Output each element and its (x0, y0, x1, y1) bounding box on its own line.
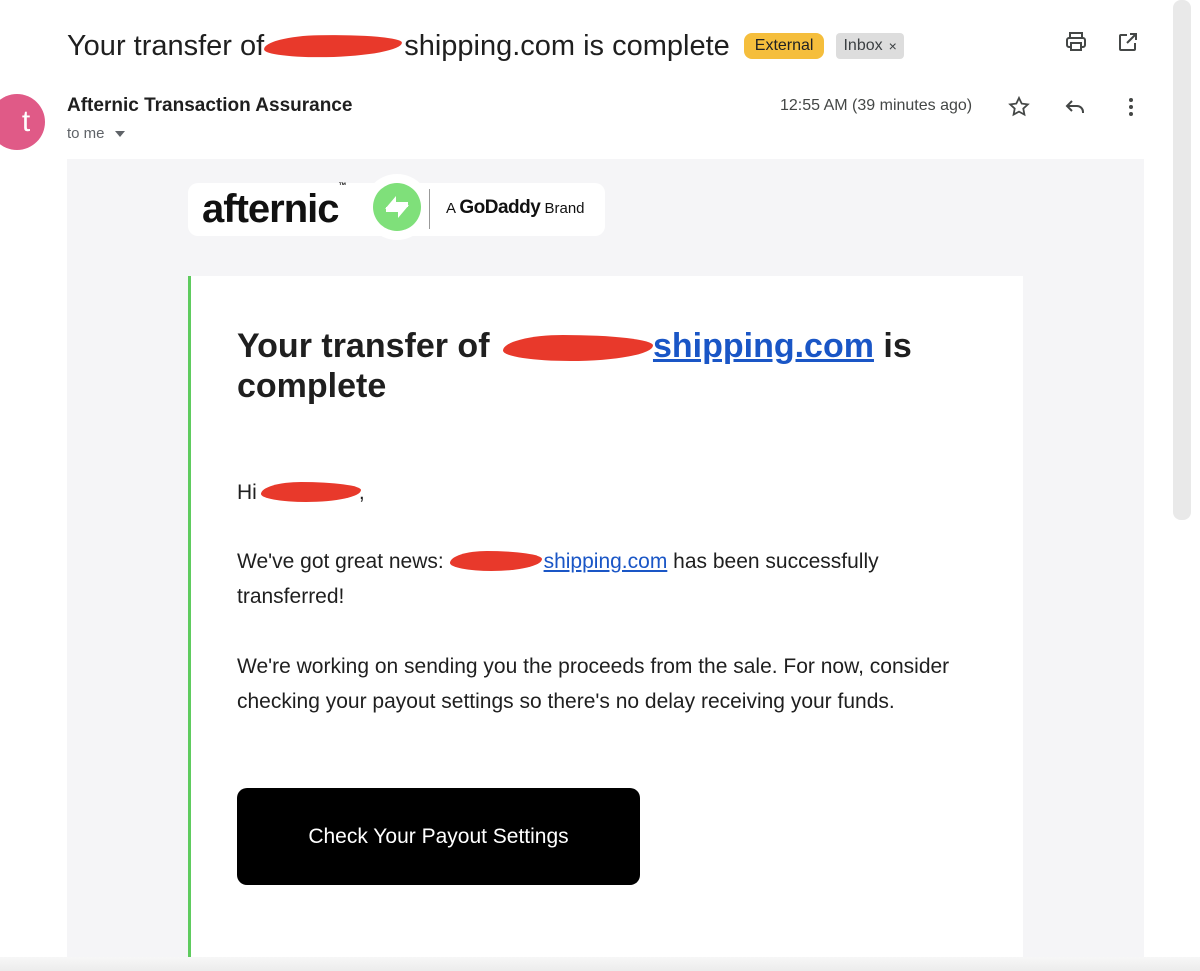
timestamp: 12:55 AM (39 minutes ago) (780, 97, 973, 114)
godaddy-brand: A GoDaddy Brand (446, 197, 585, 219)
inbox-label-text: Inbox (843, 37, 883, 54)
chevron-down-icon[interactable] (114, 130, 125, 137)
redaction-mark (449, 551, 542, 571)
redaction-mark (502, 335, 653, 361)
domain-link-inline-text: shipping.com (543, 550, 668, 573)
godaddy-a: A (446, 200, 456, 217)
greeting: Hi, (237, 481, 365, 505)
email-title: Your transfer of shipping.com is complet… (237, 326, 957, 406)
title-prefix: Your transfer of (237, 327, 490, 365)
greeting-suffix: , (358, 481, 365, 504)
subject-line: Your transfer of shipping.com is complet… (67, 30, 730, 63)
subject-suffix: is complete (583, 29, 730, 62)
domain-link-text: shipping.com (652, 327, 874, 365)
paragraph-news: We've got great news: shipping.com has b… (237, 544, 977, 614)
external-label: External (743, 33, 825, 59)
greeting-prefix: Hi (237, 481, 257, 504)
afternic-logo: afternic™ A GoDaddy Brand (188, 174, 605, 240)
window-bottom-edge (0, 957, 1200, 971)
redaction-mark (264, 33, 403, 59)
logo-word-text: afternic (202, 187, 339, 231)
scrollbar[interactable] (1173, 0, 1191, 520)
printer-icon[interactable] (1062, 28, 1090, 56)
subject-domain: shipping.com (404, 29, 576, 62)
godaddy-name: GoDaddy (459, 197, 541, 218)
logo-divider (429, 189, 430, 229)
reply-icon[interactable] (1060, 92, 1090, 122)
inbox-label[interactable]: Inbox × (836, 33, 904, 59)
logo-trademark: ™ (338, 181, 347, 190)
godaddy-brand-word: Brand (544, 200, 585, 217)
subject-row: Your transfer of shipping.com is complet… (67, 24, 1140, 68)
remove-label-icon[interactable]: × (889, 38, 897, 54)
logo-wordmark: afternic™ (202, 181, 347, 232)
domain-link-inline[interactable]: shipping.com (449, 550, 668, 573)
message-actions (1004, 92, 1146, 122)
more-vert-icon[interactable] (1116, 92, 1146, 122)
recipient-details[interactable]: to me (67, 125, 125, 142)
star-icon[interactable] (1004, 92, 1034, 122)
domain-link[interactable]: shipping.com (499, 327, 874, 365)
recipient-text: to me (67, 125, 105, 142)
thread-actions (1062, 28, 1142, 56)
subject-prefix: Your transfer of (67, 29, 265, 62)
redaction-mark (260, 482, 361, 502)
paragraph-proceeds: We're working on sending you the proceed… (237, 655, 950, 713)
open-in-new-window-icon[interactable] (1114, 28, 1142, 56)
afternic-arrows-icon (364, 174, 430, 240)
para1-prefix: We've got great news: (237, 550, 444, 573)
avatar[interactable]: t (0, 94, 45, 150)
check-payout-settings-button[interactable]: Check Your Payout Settings (237, 788, 640, 885)
email-card: Your transfer of shipping.com is complet… (188, 276, 1023, 971)
sender-name[interactable]: Afternic Transaction Assurance (67, 95, 352, 117)
